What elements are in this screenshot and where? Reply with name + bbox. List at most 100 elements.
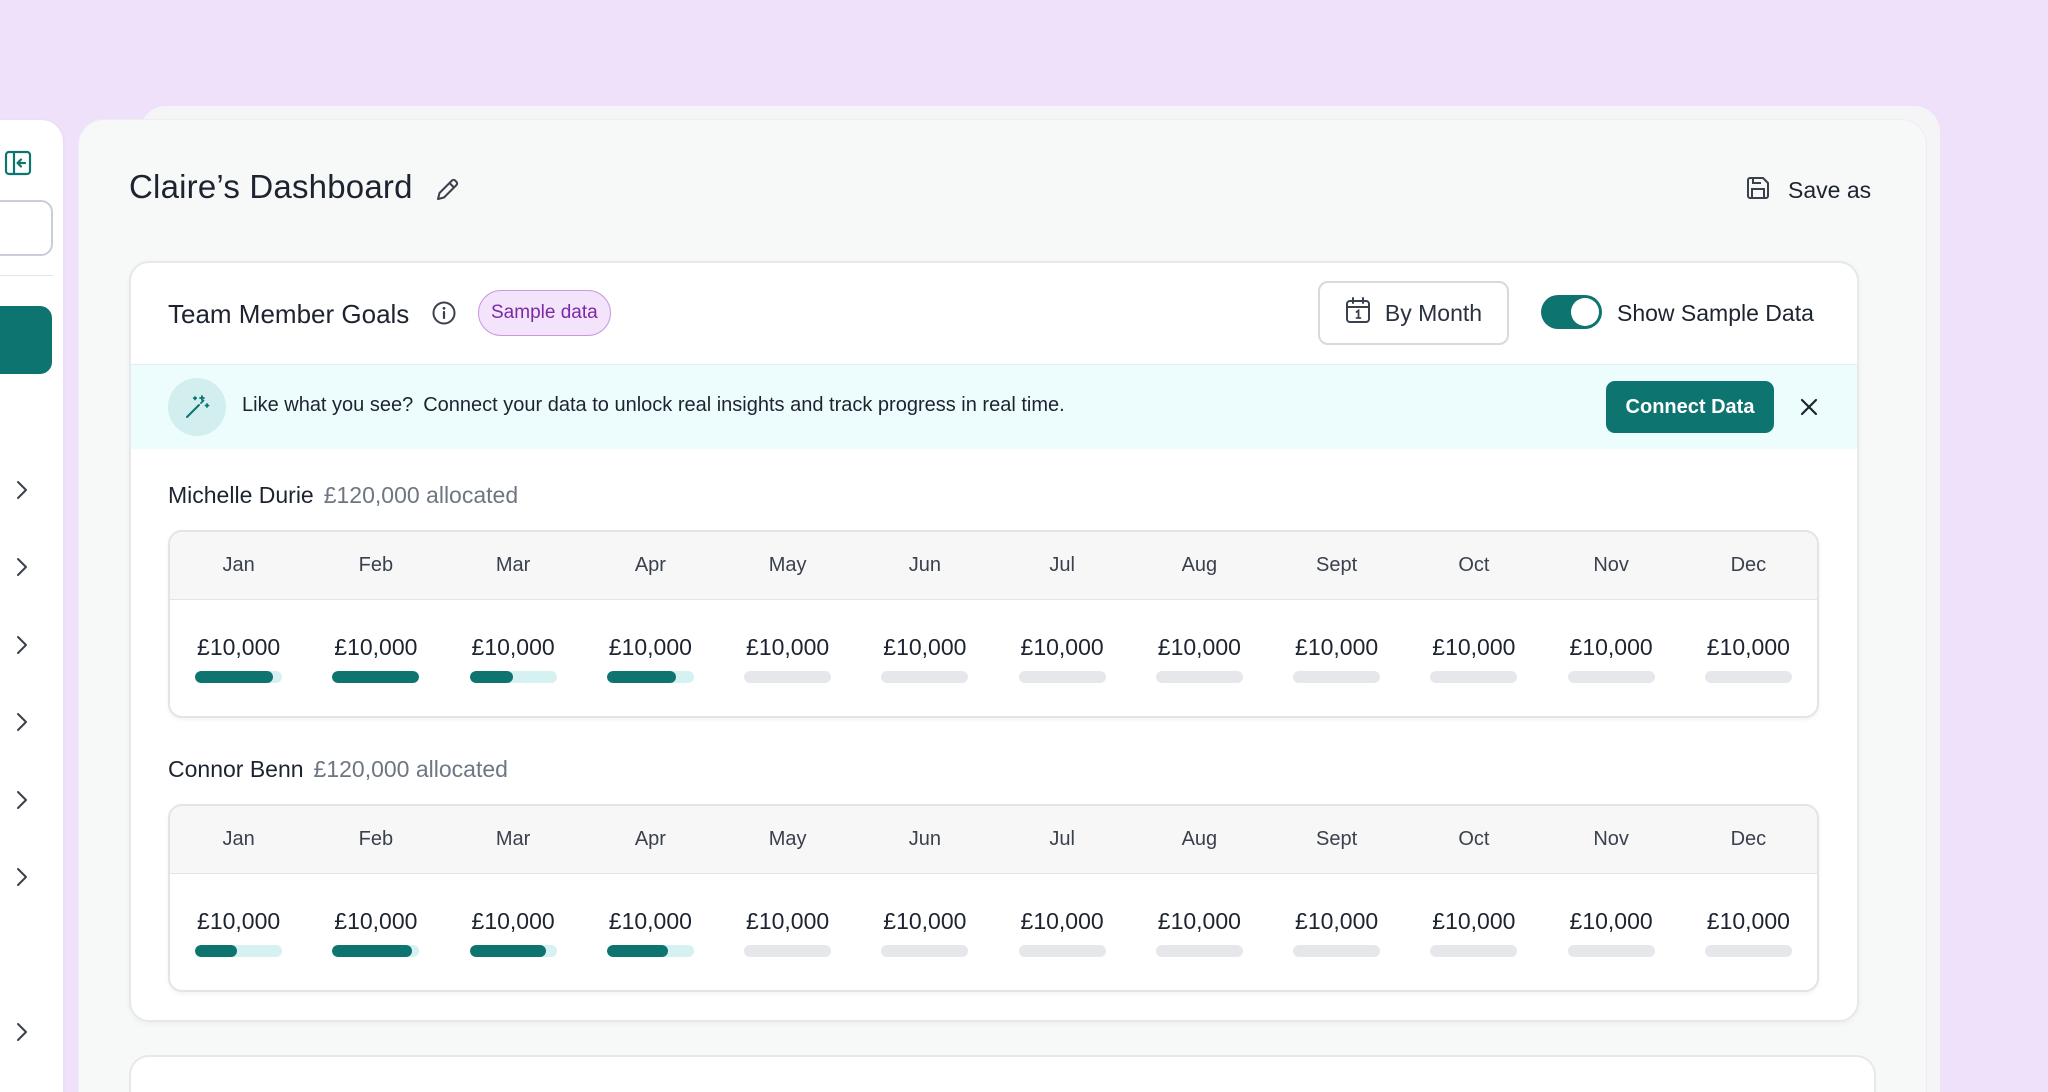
member-allocated: £120,000 allocated <box>323 482 519 508</box>
month-header: Sept <box>1316 554 1358 576</box>
progress-bar-fill <box>469 945 547 957</box>
chevron-right-icon[interactable] <box>12 1022 32 1042</box>
month-goal-cell: £10,000 <box>170 874 307 990</box>
progress-bar <box>744 671 832 683</box>
collapse-sidebar-icon[interactable] <box>4 150 32 176</box>
page-title: Claire’s Dashboard <box>129 168 413 205</box>
month-goal-value: £10,000 <box>1432 908 1516 934</box>
progress-bar <box>1293 671 1381 683</box>
sidebar <box>0 120 63 1092</box>
month-goal-cell: £10,000 <box>582 600 719 716</box>
edit-pencil-icon[interactable] <box>432 175 462 205</box>
sample-data-badge: Sample data <box>478 290 611 336</box>
month-goal-cell: £10,000 <box>1131 874 1268 990</box>
month-goal-value: £10,000 <box>1706 634 1790 660</box>
month-header: Oct <box>1458 554 1490 576</box>
month-goal-cell: £10,000 <box>856 600 993 716</box>
month-goal-cell: £10,000 <box>1131 600 1268 716</box>
progress-bar <box>1430 671 1518 683</box>
month-header: Feb <box>358 828 394 850</box>
month-header: Nov <box>1593 828 1629 850</box>
progress-bar <box>195 945 283 957</box>
member-name: Michelle Durie <box>168 482 314 508</box>
progress-bar <box>1704 671 1792 683</box>
progress-bar <box>1430 945 1518 957</box>
month-goal-cell: £10,000 <box>1268 874 1405 990</box>
save-as-button[interactable]: Save as <box>1744 172 1871 208</box>
calendar-icon <box>1345 296 1371 330</box>
month-goal-value: £10,000 <box>1569 908 1653 934</box>
info-icon[interactable] <box>431 300 457 326</box>
month-goal-value: £10,000 <box>1295 634 1379 660</box>
month-goal-cell: £10,000 <box>307 600 444 716</box>
month-goal-cell: £10,000 <box>856 874 993 990</box>
month-goal-value: £10,000 <box>334 908 418 934</box>
banner-body: Connect your data to unlock real insight… <box>423 394 1065 416</box>
month-header: Sept <box>1316 828 1358 850</box>
progress-bar <box>744 945 832 957</box>
member-months-card: Jan Feb Mar Apr May Jun Jul Aug Sept Oct Nov Dec £1… <box>168 530 1819 718</box>
sidebar-item-active[interactable] <box>0 306 52 374</box>
member-name-row: Connor Benn £120,000 allocated <box>168 756 508 783</box>
month-header: Oct <box>1458 828 1490 850</box>
chevron-right-icon[interactable] <box>12 480 32 500</box>
save-icon <box>1744 174 1772 207</box>
by-month-button[interactable]: By Month <box>1318 281 1509 345</box>
month-goal-value: £10,000 <box>608 908 692 934</box>
chevron-right-icon[interactable] <box>12 635 32 655</box>
month-goal-cell: £10,000 <box>994 874 1131 990</box>
progress-bar-fill <box>606 945 668 957</box>
months-values-row: £10,000 £10,000 £10,000 £10,000 £10,000 £10,0… <box>170 600 1817 716</box>
chevron-right-icon[interactable] <box>12 557 32 577</box>
month-goal-value: £10,000 <box>608 634 692 660</box>
progress-bar <box>1567 671 1655 683</box>
progress-bar <box>332 945 420 957</box>
member-name-row: Michelle Durie £120,000 allocated <box>168 482 518 509</box>
months-header-row: Jan Feb Mar Apr May Jun Jul Aug Sept Oct Nov Dec <box>170 532 1817 600</box>
next-panel <box>129 1055 1876 1092</box>
month-goal-cell: £10,000 <box>719 874 856 990</box>
month-header: Nov <box>1593 554 1629 576</box>
chevron-right-icon[interactable] <box>12 867 32 887</box>
progress-bar-fill <box>195 671 274 683</box>
month-goal-cell: £10,000 <box>1268 600 1405 716</box>
banner-lead: Like what you see? <box>242 394 414 416</box>
banner-message: Like what you see? Connect your data to u… <box>242 394 1065 417</box>
month-goal-cell: £10,000 <box>1543 874 1680 990</box>
month-goal-cell: £10,000 <box>1680 874 1817 990</box>
team-member-goals-panel: Team Member Goals Sample data By Month S… <box>129 261 1859 1022</box>
month-goal-cell: £10,000 <box>1543 600 1680 716</box>
progress-bar <box>606 671 694 683</box>
panel-header: Team Member Goals Sample data By Month S… <box>131 263 1857 365</box>
close-icon[interactable] <box>1797 395 1821 419</box>
chevron-right-icon[interactable] <box>12 790 32 810</box>
month-goal-value: £10,000 <box>883 634 967 660</box>
progress-bar <box>1155 945 1243 957</box>
toggle-knob <box>1571 298 1599 326</box>
progress-bar <box>469 945 557 957</box>
month-header: Apr <box>634 554 666 576</box>
sidebar-divider <box>0 275 53 276</box>
magic-wand-icon <box>168 378 226 436</box>
month-goal-cell: £10,000 <box>719 600 856 716</box>
panel-title: Team Member Goals <box>168 299 410 329</box>
sidebar-search-input[interactable] <box>0 200 53 256</box>
progress-bar-fill <box>332 671 420 683</box>
month-goal-value: £10,000 <box>1020 908 1104 934</box>
progress-bar <box>881 671 969 683</box>
chevron-right-icon[interactable] <box>12 712 32 732</box>
month-goal-value: £10,000 <box>883 908 967 934</box>
month-goal-value: £10,000 <box>1157 908 1241 934</box>
month-goal-value: £10,000 <box>1157 634 1241 660</box>
show-sample-data-toggle[interactable] <box>1541 295 1602 329</box>
progress-bar-fill <box>606 671 677 683</box>
month-header: Jul <box>1049 554 1075 576</box>
month-goal-cell: £10,000 <box>307 874 444 990</box>
month-goal-value: £10,000 <box>746 908 830 934</box>
by-month-label: By Month <box>1384 299 1483 326</box>
month-goal-value: £10,000 <box>471 908 555 934</box>
month-goal-cell: £10,000 <box>1680 600 1817 716</box>
month-header: Feb <box>358 554 394 576</box>
connect-data-button[interactable]: Connect Data <box>1606 381 1774 433</box>
month-header: May <box>768 828 807 850</box>
